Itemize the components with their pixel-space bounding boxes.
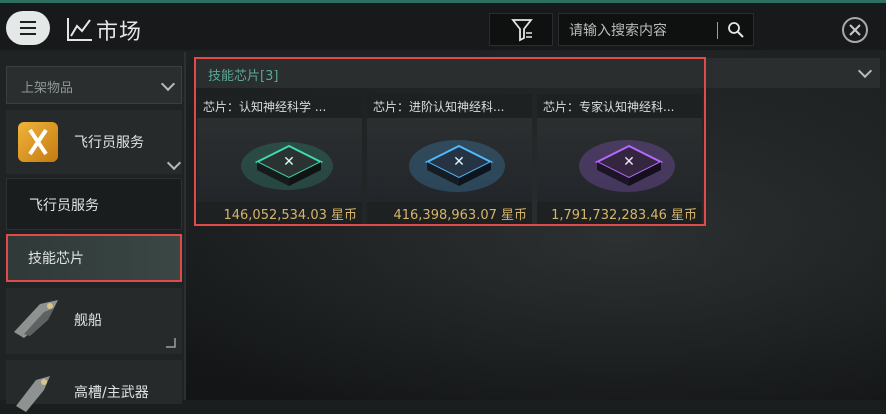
chevron-down-icon	[160, 76, 176, 92]
subcategory-pilot-service[interactable]: 飞行员服务	[6, 178, 182, 230]
selection-highlight	[194, 57, 706, 226]
chevron-down-icon	[857, 63, 873, 79]
category-high-slot[interactable]: 高槽/主武器	[6, 360, 182, 412]
top-bar: 市场	[0, 0, 886, 50]
subcategory-skill-chip[interactable]: 技能芯片	[6, 234, 182, 282]
search-divider	[717, 22, 718, 39]
search-icon[interactable]	[727, 21, 745, 39]
weapon-icon	[16, 376, 50, 412]
corner-mark-icon	[166, 338, 176, 348]
listed-items-dropdown[interactable]: 上架物品	[6, 66, 182, 104]
close-button[interactable]	[842, 17, 868, 43]
category-pilot-service[interactable]: 飞行员服务	[6, 110, 182, 174]
filter-icon	[511, 19, 533, 42]
category-label: 飞行员服务	[74, 135, 144, 151]
subcategory-label: 技能芯片	[28, 251, 84, 267]
subcategory-label: 飞行员服务	[29, 198, 99, 214]
category-label: 舰船	[74, 313, 102, 329]
menu-button[interactable]	[6, 11, 50, 45]
filter-button[interactable]	[489, 13, 553, 46]
search-input[interactable]	[567, 20, 721, 42]
listed-items-label: 上架物品	[21, 81, 74, 96]
page-title: 市场	[96, 20, 143, 45]
close-icon	[849, 24, 861, 36]
chevron-down-icon	[166, 155, 182, 171]
category-label: 高槽/主武器	[74, 385, 149, 401]
pilot-service-icon	[18, 122, 58, 162]
category-ship[interactable]: 舰船	[6, 288, 182, 354]
search-box	[558, 13, 754, 46]
ship-icon	[14, 300, 58, 338]
category-sidebar: 上架物品 飞行员服务 飞行员服务 技能芯片 舰船 高槽/主武器	[0, 52, 186, 412]
market-chart-icon	[67, 18, 92, 41]
